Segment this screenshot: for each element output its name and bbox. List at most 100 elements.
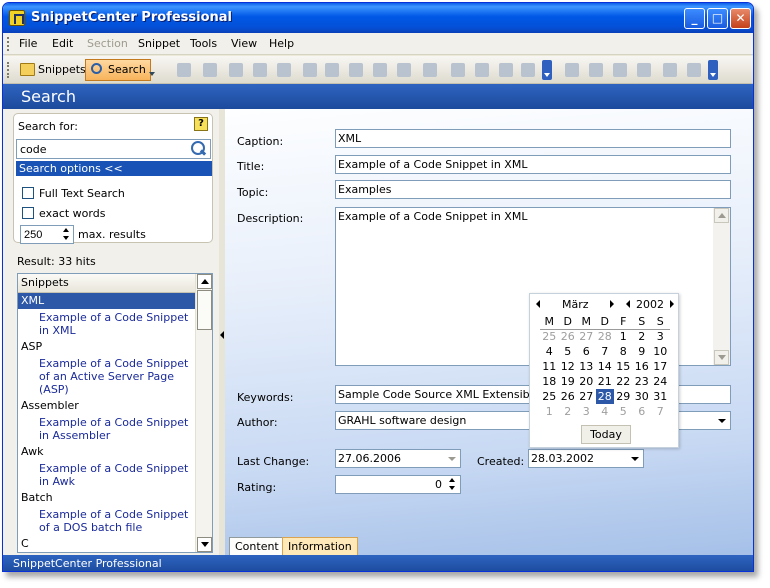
topic-field[interactable]: Examples: [335, 180, 731, 199]
toolbar-overflow-2[interactable]: [542, 60, 552, 80]
calendar-day[interactable]: 23: [633, 374, 652, 389]
rating-field[interactable]: 0: [335, 475, 461, 494]
calendar-day[interactable]: 21: [596, 374, 615, 389]
spin-up-icon[interactable]: [449, 478, 455, 482]
max-results-spinner[interactable]: [60, 226, 73, 243]
tree-category[interactable]: Assembler: [18, 398, 195, 414]
calendar-day[interactable]: 30: [633, 389, 652, 404]
calendar-day[interactable]: 7: [596, 344, 615, 359]
calendar-day[interactable]: 13: [577, 359, 596, 374]
calendar-day[interactable]: 1: [614, 329, 633, 344]
import-icon[interactable]: [253, 63, 267, 77]
tree-item[interactable]: Example of a Code Snippet in Awk: [18, 460, 195, 490]
exact-words-checkbox[interactable]: [22, 207, 34, 219]
calendar-day[interactable]: 6: [633, 404, 652, 419]
next-year-icon[interactable]: [670, 300, 674, 308]
calendar-day[interactable]: 17: [651, 359, 670, 374]
calendar-day[interactable]: 28: [595, 389, 614, 404]
move-right-icon[interactable]: [475, 63, 489, 77]
calendar-day[interactable]: 1: [540, 404, 559, 419]
scroll-down-button[interactable]: [197, 537, 212, 552]
calendar-day[interactable]: 25: [540, 389, 559, 404]
desc-scroll-up[interactable]: [714, 208, 729, 223]
calendar-day[interactable]: 2: [633, 329, 652, 344]
calendar-day[interactable]: 26: [559, 329, 578, 344]
add-snippet-icon[interactable]: [177, 63, 191, 77]
spin-down-icon[interactable]: [449, 486, 455, 490]
tree-category[interactable]: Awk: [18, 444, 195, 460]
calendar-day[interactable]: 5: [559, 344, 578, 359]
calendar-day[interactable]: 4: [596, 404, 615, 419]
calendar-day[interactable]: 15: [614, 359, 633, 374]
paste-icon[interactable]: [613, 63, 627, 77]
menu-grip[interactable]: [7, 37, 10, 51]
move-down-icon[interactable]: [521, 63, 535, 77]
search-go-icon[interactable]: [190, 141, 206, 157]
tab-information[interactable]: Information: [282, 537, 358, 555]
delete-icon[interactable]: [637, 63, 651, 77]
tree-category[interactable]: Batch: [18, 490, 195, 506]
title-field[interactable]: Example of a Code Snippet in XML: [335, 155, 731, 174]
calendar-day[interactable]: 7: [651, 404, 670, 419]
calendar-day[interactable]: 12: [559, 359, 578, 374]
calendar-day[interactable]: 11: [540, 359, 559, 374]
copy-icon[interactable]: [589, 63, 603, 77]
calendar-day[interactable]: 3: [651, 329, 670, 344]
redo-icon[interactable]: [687, 63, 701, 77]
tree-item[interactable]: Example of a Code Snippet in Assembler: [18, 414, 195, 444]
menu-view[interactable]: View: [231, 37, 257, 50]
tree-item[interactable]: Example of a Code Snippet of a DOS batch…: [18, 506, 195, 536]
toolbar-overflow-1[interactable]: [149, 63, 155, 77]
open-folder-icon[interactable]: [203, 63, 217, 77]
calendar-day[interactable]: 27: [577, 329, 596, 344]
calendar-day[interactable]: 2: [559, 404, 578, 419]
calendar-day[interactable]: 25: [540, 329, 559, 344]
calendar-day[interactable]: 9: [633, 344, 652, 359]
tree-category[interactable]: ASP: [18, 339, 195, 355]
last-change-dropdown-icon[interactable]: [444, 451, 459, 466]
cut-icon[interactable]: [565, 63, 579, 77]
tree-category[interactable]: XML: [18, 293, 195, 309]
search-button[interactable]: Search: [85, 59, 151, 81]
calendar-day[interactable]: 28: [596, 329, 615, 344]
attach-icon[interactable]: [349, 63, 363, 77]
prev-year-icon[interactable]: [626, 300, 630, 308]
tab-content[interactable]: Content: [229, 537, 285, 555]
link-icon[interactable]: [373, 63, 387, 77]
spin-down-icon[interactable]: [63, 236, 69, 240]
undo-icon[interactable]: [663, 63, 677, 77]
snippets-button[interactable]: Snippets: [15, 59, 91, 81]
move-up-icon[interactable]: [499, 63, 513, 77]
calendar-day[interactable]: 20: [577, 374, 596, 389]
calendar-day[interactable]: 5: [614, 404, 633, 419]
results-column-header[interactable]: Snippets: [18, 274, 195, 293]
last-change-field[interactable]: 27.06.2006: [335, 449, 461, 468]
close-button[interactable]: ✕: [730, 8, 751, 29]
calendar-day[interactable]: 31: [651, 389, 670, 404]
author-dropdown-icon[interactable]: [714, 413, 729, 428]
next-month-icon[interactable]: [610, 300, 614, 308]
desc-scroll-down[interactable]: [714, 350, 729, 365]
calendar-day[interactable]: 4: [540, 344, 559, 359]
calendar-day[interactable]: 27: [577, 389, 596, 404]
calendar-day[interactable]: 19: [559, 374, 578, 389]
spin-up-icon[interactable]: [63, 228, 69, 232]
tree-item[interactable]: Example of a Code Snippet of an Active S…: [18, 355, 195, 398]
prev-month-icon[interactable]: [536, 300, 540, 308]
scroll-thumb[interactable]: [197, 290, 212, 330]
calendar-month[interactable]: März: [562, 298, 589, 311]
toolbar-grip[interactable]: [7, 62, 10, 78]
add-item-icon[interactable]: [325, 63, 339, 77]
created-field[interactable]: 28.03.2002: [528, 449, 644, 468]
calendar-day[interactable]: 6: [577, 344, 596, 359]
maximize-button[interactable]: □: [707, 8, 728, 29]
tools-icon[interactable]: [423, 63, 437, 77]
new-section-icon[interactable]: [303, 63, 317, 77]
menu-tools[interactable]: Tools: [190, 37, 217, 50]
menu-edit[interactable]: Edit: [52, 37, 73, 50]
menu-help[interactable]: Help: [269, 37, 294, 50]
move-left-icon[interactable]: [451, 63, 465, 77]
calendar-day[interactable]: 29: [614, 389, 633, 404]
calendar-year[interactable]: 2002: [636, 298, 664, 311]
calendar-day[interactable]: 8: [614, 344, 633, 359]
